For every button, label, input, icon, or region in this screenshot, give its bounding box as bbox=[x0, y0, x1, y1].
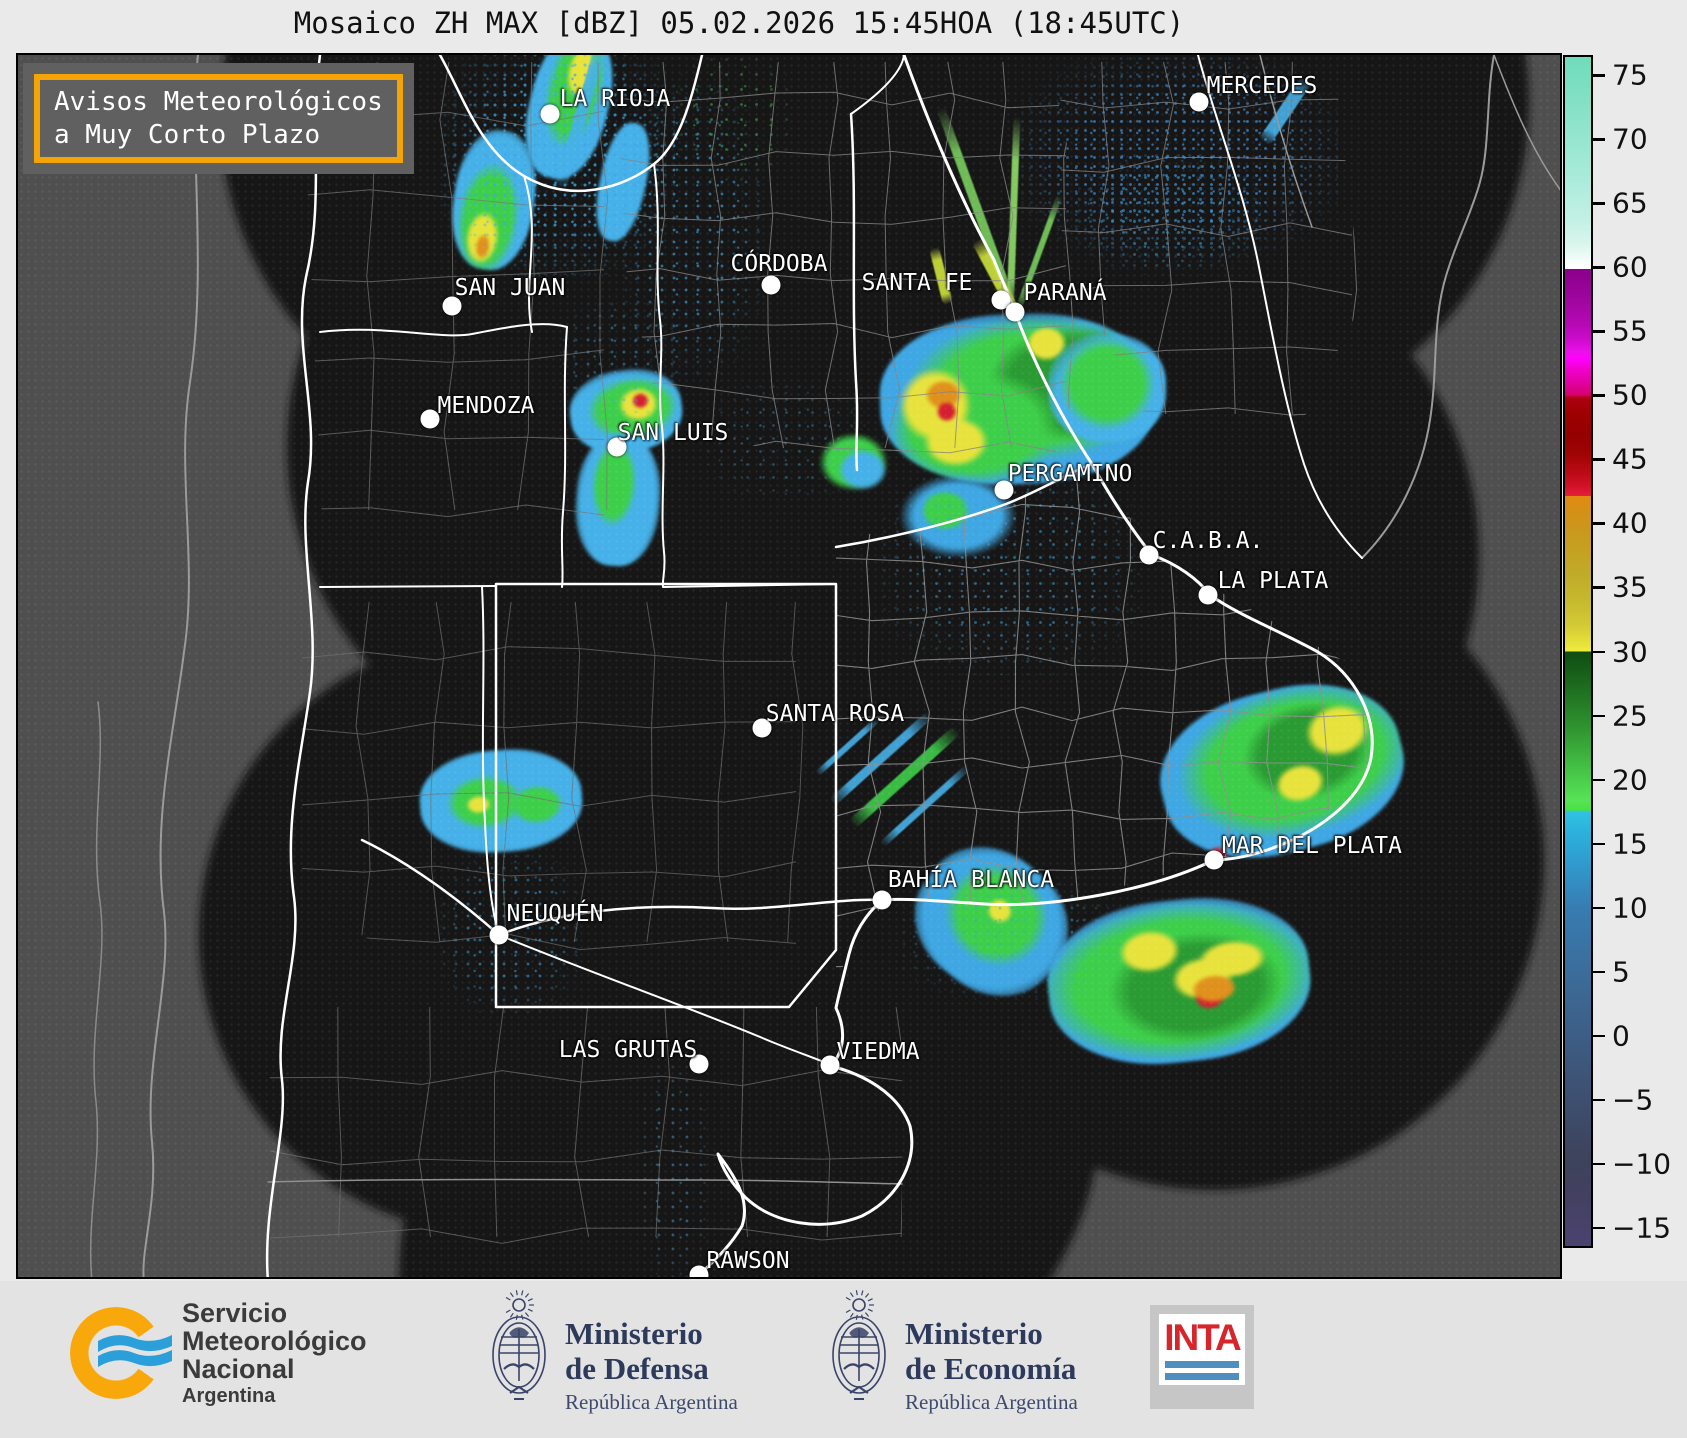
colorbar-tick-label: 60 bbox=[1612, 250, 1648, 284]
colorbar-tick-label: 15 bbox=[1612, 827, 1648, 860]
city-label: VIEDMA bbox=[836, 1039, 920, 1065]
smn-line-4: Argentina bbox=[182, 1385, 276, 1408]
colorbar-tick bbox=[1593, 1162, 1605, 1165]
warning-box-inner: Avisos Meteorológicos a Muy Corto Plazo bbox=[34, 74, 403, 163]
colorbar-tick-label: 70 bbox=[1612, 122, 1648, 156]
colorbar-tick bbox=[1593, 778, 1605, 781]
city-label: LA PLATA bbox=[1217, 568, 1329, 594]
colorbar-tick bbox=[1593, 266, 1605, 269]
colorbar-tick-label: 5 bbox=[1612, 955, 1630, 988]
inta-bar-2 bbox=[1165, 1373, 1239, 1380]
colorbar-tick bbox=[1593, 906, 1605, 909]
defensa-line-3: República Argentina bbox=[565, 1390, 738, 1415]
city-label: LA RIOJA bbox=[559, 86, 671, 112]
colorbar-tick bbox=[1593, 458, 1605, 461]
colorbar-tick-label: −5 bbox=[1612, 1083, 1654, 1116]
smn-line-1: Servicio bbox=[182, 1298, 288, 1328]
economia-coat-of-arms-icon bbox=[820, 1289, 898, 1426]
city-label: SAN JUAN bbox=[454, 275, 566, 301]
colorbar-tick-label: 55 bbox=[1612, 314, 1648, 348]
colorbar-tick bbox=[1593, 522, 1605, 525]
defensa-logo-text: Ministerio de Defensa República Argentin… bbox=[565, 1316, 738, 1415]
colorbar-tick-label: 25 bbox=[1612, 699, 1648, 732]
footer: Servicio Meteorológico Nacional Argentin… bbox=[0, 1281, 1687, 1438]
defensa-coat-of-arms-icon bbox=[480, 1289, 558, 1426]
city-label: BAHÍA BLANCA bbox=[887, 867, 1055, 893]
colorbar-tick bbox=[1593, 970, 1605, 973]
city-dot bbox=[540, 104, 560, 124]
defensa-line-2: de Defensa bbox=[565, 1350, 709, 1386]
colorbar-tick bbox=[1593, 74, 1605, 77]
colorbar-tick-label: 30 bbox=[1612, 635, 1648, 668]
inta-logo: INTA bbox=[1150, 1305, 1254, 1409]
colorbar-tick-label: −15 bbox=[1612, 1211, 1672, 1245]
coat-of-arms-svg bbox=[492, 1290, 546, 1400]
warning-line-2: a Muy Corto Plazo bbox=[54, 119, 321, 150]
city-label: MENDOZA bbox=[437, 393, 535, 419]
colorbar-tick-label: 35 bbox=[1612, 570, 1648, 604]
city-label: LAS GRUTAS bbox=[558, 1037, 698, 1063]
colorbar-tick bbox=[1593, 330, 1605, 333]
colorbar-tick-label: −10 bbox=[1612, 1147, 1672, 1181]
city-label: NEUQUÉN bbox=[506, 901, 604, 927]
smn-logo-text: Servicio Meteorológico Nacional Argentin… bbox=[182, 1299, 367, 1407]
colorbar-tick-label: 0 bbox=[1612, 1019, 1630, 1052]
colorbar-tick bbox=[1593, 202, 1605, 205]
city-label: RAWSON bbox=[706, 1248, 790, 1274]
dbz-colorbar bbox=[1563, 55, 1593, 1248]
inta-logo-inner: INTA bbox=[1159, 1314, 1245, 1385]
city-label: MAR DEL PLATA bbox=[1221, 833, 1403, 859]
colorbar-tick bbox=[1593, 714, 1605, 717]
economia-line-2: de Economía bbox=[905, 1350, 1077, 1386]
colorbar-tick bbox=[1593, 138, 1605, 141]
colorbar-tick-label: 10 bbox=[1612, 891, 1648, 924]
colorbar-tick bbox=[1593, 1034, 1605, 1037]
page-title: Mosaico ZH MAX [dBZ] 05.02.2026 15:45HOA… bbox=[293, 6, 1185, 40]
inta-bar-1 bbox=[1165, 1361, 1239, 1368]
colorbar-tick-label: 75 bbox=[1612, 58, 1648, 92]
colorbar-tick-label: 65 bbox=[1612, 186, 1648, 220]
city-layer: LA RIOJA MERCEDES CÓRDOBA SAN JUAN SANTA FE P… bbox=[18, 55, 1560, 1277]
colorbar-tick bbox=[1593, 650, 1605, 653]
city-label: SANTA FE bbox=[861, 270, 973, 296]
colorbar-tick-label: 45 bbox=[1612, 442, 1648, 476]
city-label: PARANÁ bbox=[1023, 280, 1107, 306]
defensa-line-1: Ministerio bbox=[565, 1316, 703, 1351]
colorbar-tick bbox=[1593, 586, 1605, 589]
radar-map: LA RIOJA MERCEDES CÓRDOBA SAN JUAN SANTA FE P… bbox=[16, 53, 1562, 1279]
coat-of-arms-svg bbox=[832, 1290, 886, 1400]
city-label: MERCEDES bbox=[1206, 73, 1318, 99]
economia-line-3: República Argentina bbox=[905, 1390, 1078, 1415]
colorbar-tick-label: 50 bbox=[1612, 378, 1648, 412]
city-dot bbox=[761, 275, 781, 295]
smn-line-2: Meteorológico bbox=[182, 1326, 367, 1357]
city-dot bbox=[1204, 850, 1224, 870]
warning-box[interactable]: Avisos Meteorológicos a Muy Corto Plazo bbox=[23, 63, 414, 174]
colorbar-tick bbox=[1593, 1098, 1605, 1101]
economia-line-1: Ministerio bbox=[905, 1316, 1043, 1351]
city-label: CÓRDOBA bbox=[730, 251, 828, 277]
city-dot bbox=[1005, 302, 1025, 322]
smn-flag-icon bbox=[98, 1335, 172, 1367]
economia-logo-text: Ministerio de Economía República Argenti… bbox=[905, 1316, 1078, 1415]
smn-line-3: Nacional bbox=[182, 1354, 295, 1385]
city-dot bbox=[489, 925, 509, 945]
city-label: PERGAMINO bbox=[1007, 461, 1133, 487]
inta-label: INTA bbox=[1164, 1317, 1242, 1358]
city-label: SANTA ROSA bbox=[765, 701, 905, 727]
city-dot bbox=[1198, 585, 1218, 605]
city-dot bbox=[872, 890, 892, 910]
colorbar-tick-label: 20 bbox=[1612, 763, 1648, 796]
radar-mosaic-page: Mosaico ZH MAX [dBZ] 05.02.2026 15:45HOA… bbox=[0, 0, 1687, 1438]
colorbar-tick bbox=[1593, 394, 1605, 397]
city-label: SAN LUIS bbox=[617, 420, 729, 446]
colorbar-tick-label: 40 bbox=[1612, 506, 1648, 540]
colorbar-tick bbox=[1593, 1226, 1605, 1229]
city-label: C.A.B.A. bbox=[1152, 528, 1264, 554]
colorbar-tick bbox=[1593, 842, 1605, 845]
warning-line-1: Avisos Meteorológicos bbox=[54, 87, 383, 117]
